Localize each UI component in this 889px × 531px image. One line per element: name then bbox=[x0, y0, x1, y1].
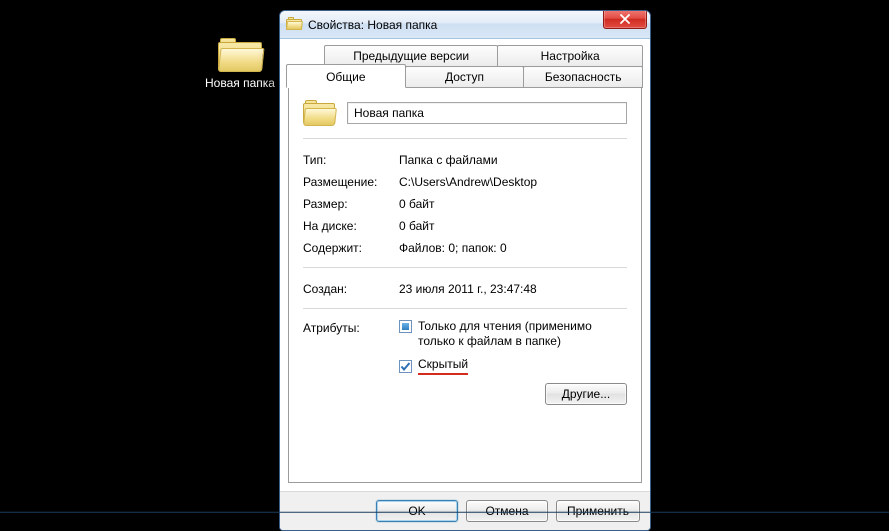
value-type: Папка с файлами bbox=[399, 153, 627, 167]
checkbox-readonly[interactable] bbox=[399, 320, 412, 333]
separator bbox=[303, 138, 627, 139]
checkbox-hidden-label: Скрытый bbox=[418, 357, 468, 375]
row-created: Создан: 23 июля 2011 г., 23:47:48 bbox=[303, 278, 627, 300]
title-bar[interactable]: Свойства: Новая папка bbox=[280, 11, 650, 39]
row-location: Размещение: C:\Users\Andrew\Desktop bbox=[303, 171, 627, 193]
value-location: C:\Users\Andrew\Desktop bbox=[399, 175, 627, 189]
tab-strip: Предыдущие версии Настройка Общие Доступ… bbox=[288, 45, 642, 483]
check-icon bbox=[400, 361, 411, 372]
tab-customize[interactable]: Настройка bbox=[497, 45, 643, 67]
others-button[interactable]: Другие... bbox=[545, 383, 627, 405]
label-size: Размер: bbox=[303, 197, 399, 211]
label-location: Размещение: bbox=[303, 175, 399, 189]
separator bbox=[303, 308, 627, 309]
attributes-block: Атрибуты: Только для чтения (применимо т… bbox=[303, 319, 627, 405]
close-button[interactable] bbox=[603, 10, 647, 29]
value-size: 0 байт bbox=[399, 197, 627, 211]
label-attributes: Атрибуты: bbox=[303, 319, 399, 405]
label-ondisk: На диске: bbox=[303, 219, 399, 233]
folder-icon bbox=[218, 38, 262, 72]
label-type: Тип: bbox=[303, 153, 399, 167]
row-contains: Содержит: Файлов: 0; папок: 0 bbox=[303, 237, 627, 259]
folder-name-input[interactable] bbox=[347, 102, 627, 124]
row-ondisk: На диске: 0 байт bbox=[303, 215, 627, 237]
checkbox-hidden-row[interactable]: Скрытый bbox=[399, 357, 627, 375]
label-contains: Содержит: bbox=[303, 241, 399, 255]
row-type: Тип: Папка с файлами bbox=[303, 149, 627, 171]
tab-security[interactable]: Безопасность bbox=[523, 66, 643, 88]
desktop-folder-icon[interactable]: Новая папка bbox=[200, 38, 280, 90]
checkbox-readonly-row[interactable]: Только для чтения (применимо только к фа… bbox=[399, 319, 627, 349]
desktop-folder-label: Новая папка bbox=[200, 76, 280, 90]
tab-general[interactable]: Общие bbox=[286, 64, 406, 88]
titlebar-folder-icon bbox=[286, 17, 302, 33]
row-size: Размер: 0 байт bbox=[303, 193, 627, 215]
checkbox-hidden[interactable] bbox=[399, 360, 412, 373]
value-contains: Файлов: 0; папок: 0 bbox=[399, 241, 627, 255]
properties-dialog: Свойства: Новая папка Предыдущие версии … bbox=[279, 10, 651, 531]
value-ondisk: 0 байт bbox=[399, 219, 627, 233]
tab-sharing[interactable]: Доступ bbox=[405, 66, 525, 88]
label-created: Создан: bbox=[303, 282, 399, 296]
window-title: Свойства: Новая папка bbox=[308, 18, 644, 32]
tab-panel-general: Тип: Папка с файлами Размещение: C:\User… bbox=[288, 87, 642, 483]
separator bbox=[303, 267, 627, 268]
checkbox-readonly-label: Только для чтения (применимо только к фа… bbox=[418, 319, 627, 349]
value-created: 23 июля 2011 г., 23:47:48 bbox=[399, 282, 627, 296]
close-icon bbox=[620, 14, 630, 24]
folder-large-icon bbox=[303, 100, 335, 126]
